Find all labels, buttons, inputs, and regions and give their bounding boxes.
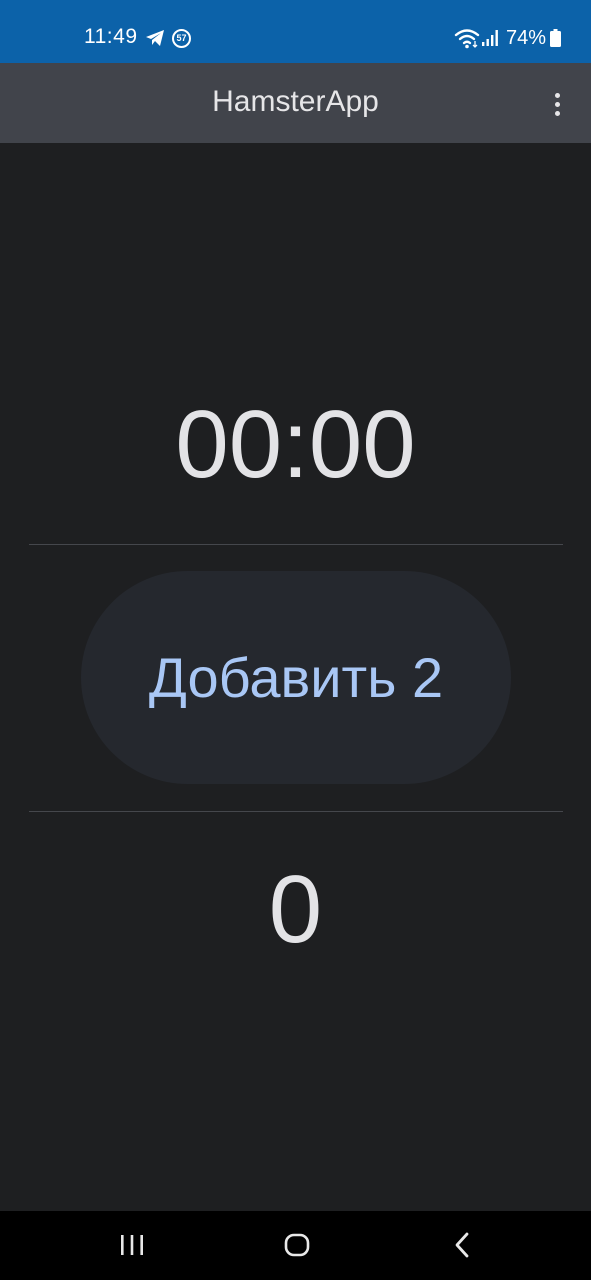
notification-count-icon: 57 bbox=[172, 29, 191, 48]
recents-icon[interactable] bbox=[118, 1232, 146, 1258]
home-icon[interactable] bbox=[284, 1232, 310, 1258]
counter-display: 0 bbox=[268, 856, 323, 963]
divider-bottom bbox=[29, 811, 563, 812]
app-title: HamsterApp bbox=[212, 85, 379, 118]
wifi-icon bbox=[454, 29, 480, 49]
status-time: 11:49 bbox=[84, 25, 138, 48]
app-bar: HamsterApp bbox=[0, 63, 591, 143]
battery-icon bbox=[550, 29, 561, 47]
back-icon[interactable] bbox=[452, 1232, 472, 1258]
battery-percent: 74% bbox=[506, 27, 547, 49]
navigation-bar bbox=[0, 1211, 591, 1280]
screen: 11:49 57 74% HamsterApp 00:00 Добавить 2… bbox=[0, 0, 591, 1280]
status-bar: 11:49 57 74% bbox=[0, 0, 591, 63]
more-options-button[interactable] bbox=[540, 83, 574, 125]
add-two-button[interactable]: Добавить 2 bbox=[81, 571, 511, 784]
telegram-icon bbox=[146, 30, 164, 46]
more-vert-icon bbox=[554, 92, 560, 98]
timer-display: 00:00 bbox=[175, 391, 416, 498]
signal-icon bbox=[482, 30, 498, 46]
divider-top bbox=[29, 544, 563, 545]
